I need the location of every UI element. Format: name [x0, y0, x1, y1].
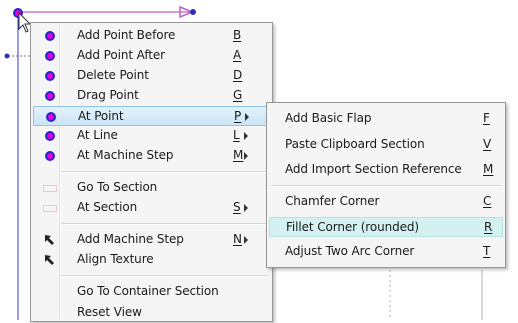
menu-item-add-point-before[interactable]: Add Point Before B: [33, 26, 270, 46]
menu-item-align-texture[interactable]: Align Texture: [33, 250, 270, 270]
point-icon: [43, 69, 57, 83]
menu-separator: [61, 223, 268, 225]
menu-separator: [271, 185, 501, 187]
context-menu: Add Point Before B Add Point After A Del…: [30, 22, 273, 322]
point-icon: [43, 129, 57, 143]
point-icon: [43, 49, 57, 63]
point-icon: [43, 29, 57, 43]
submenu-arrow-icon: [244, 236, 248, 244]
menu-item-add-point-after[interactable]: Add Point After A: [33, 46, 270, 66]
menu-item-drag-point[interactable]: Drag Point G: [33, 86, 270, 106]
guide-point[interactable]: [4, 53, 10, 59]
section-icon: [43, 181, 57, 195]
menu-separator: [61, 171, 268, 173]
submenu-arrow-icon: [244, 152, 248, 160]
submenu-arrow-icon: [244, 132, 248, 140]
arrow-icon: [43, 253, 57, 267]
submenu-arrow-icon: [244, 204, 248, 212]
menu-item-add-machine-step[interactable]: Add Machine Step N: [33, 230, 270, 250]
submenu-arrow-icon: [245, 113, 249, 121]
menu-item-go-to-container-section[interactable]: Go To Container Section: [33, 282, 270, 302]
submenu-item-adjust-two-arc-corner[interactable]: Adjust Two Arc Corner T: [269, 242, 503, 262]
menu-item-at-point[interactable]: At Point P: [33, 106, 270, 126]
point-icon: [43, 89, 57, 103]
menu-item-at-machine-step[interactable]: At Machine Step M: [33, 146, 270, 166]
point-icon: [43, 149, 57, 163]
submenu-item-add-import-section-reference[interactable]: Add Import Section Reference M: [269, 160, 503, 180]
submenu-item-fillet-corner[interactable]: Fillet Corner (rounded) R: [269, 217, 503, 237]
menu-item-go-to-section[interactable]: Go To Section: [33, 178, 270, 198]
point-icon: [44, 110, 58, 124]
arrow-icon: [43, 233, 57, 247]
menu-item-reset-view[interactable]: Reset View: [33, 303, 270, 323]
section-icon: [43, 201, 57, 215]
at-point-submenu: Add Basic Flap F Paste Clipboard Section…: [266, 102, 506, 268]
menu-item-at-section[interactable]: At Section S: [33, 198, 270, 218]
submenu-item-add-basic-flap[interactable]: Add Basic Flap F: [269, 109, 503, 129]
submenu-item-chamfer-corner[interactable]: Chamfer Corner C: [269, 192, 503, 212]
menu-item-at-line[interactable]: At Line L: [33, 126, 270, 146]
mouse-cursor-icon: [18, 11, 32, 33]
curve-end-point[interactable]: [190, 9, 196, 15]
menu-separator: [61, 275, 268, 277]
menu-item-delete-point[interactable]: Delete Point D: [33, 66, 270, 86]
submenu-item-paste-clipboard-section[interactable]: Paste Clipboard Section V: [269, 135, 503, 155]
